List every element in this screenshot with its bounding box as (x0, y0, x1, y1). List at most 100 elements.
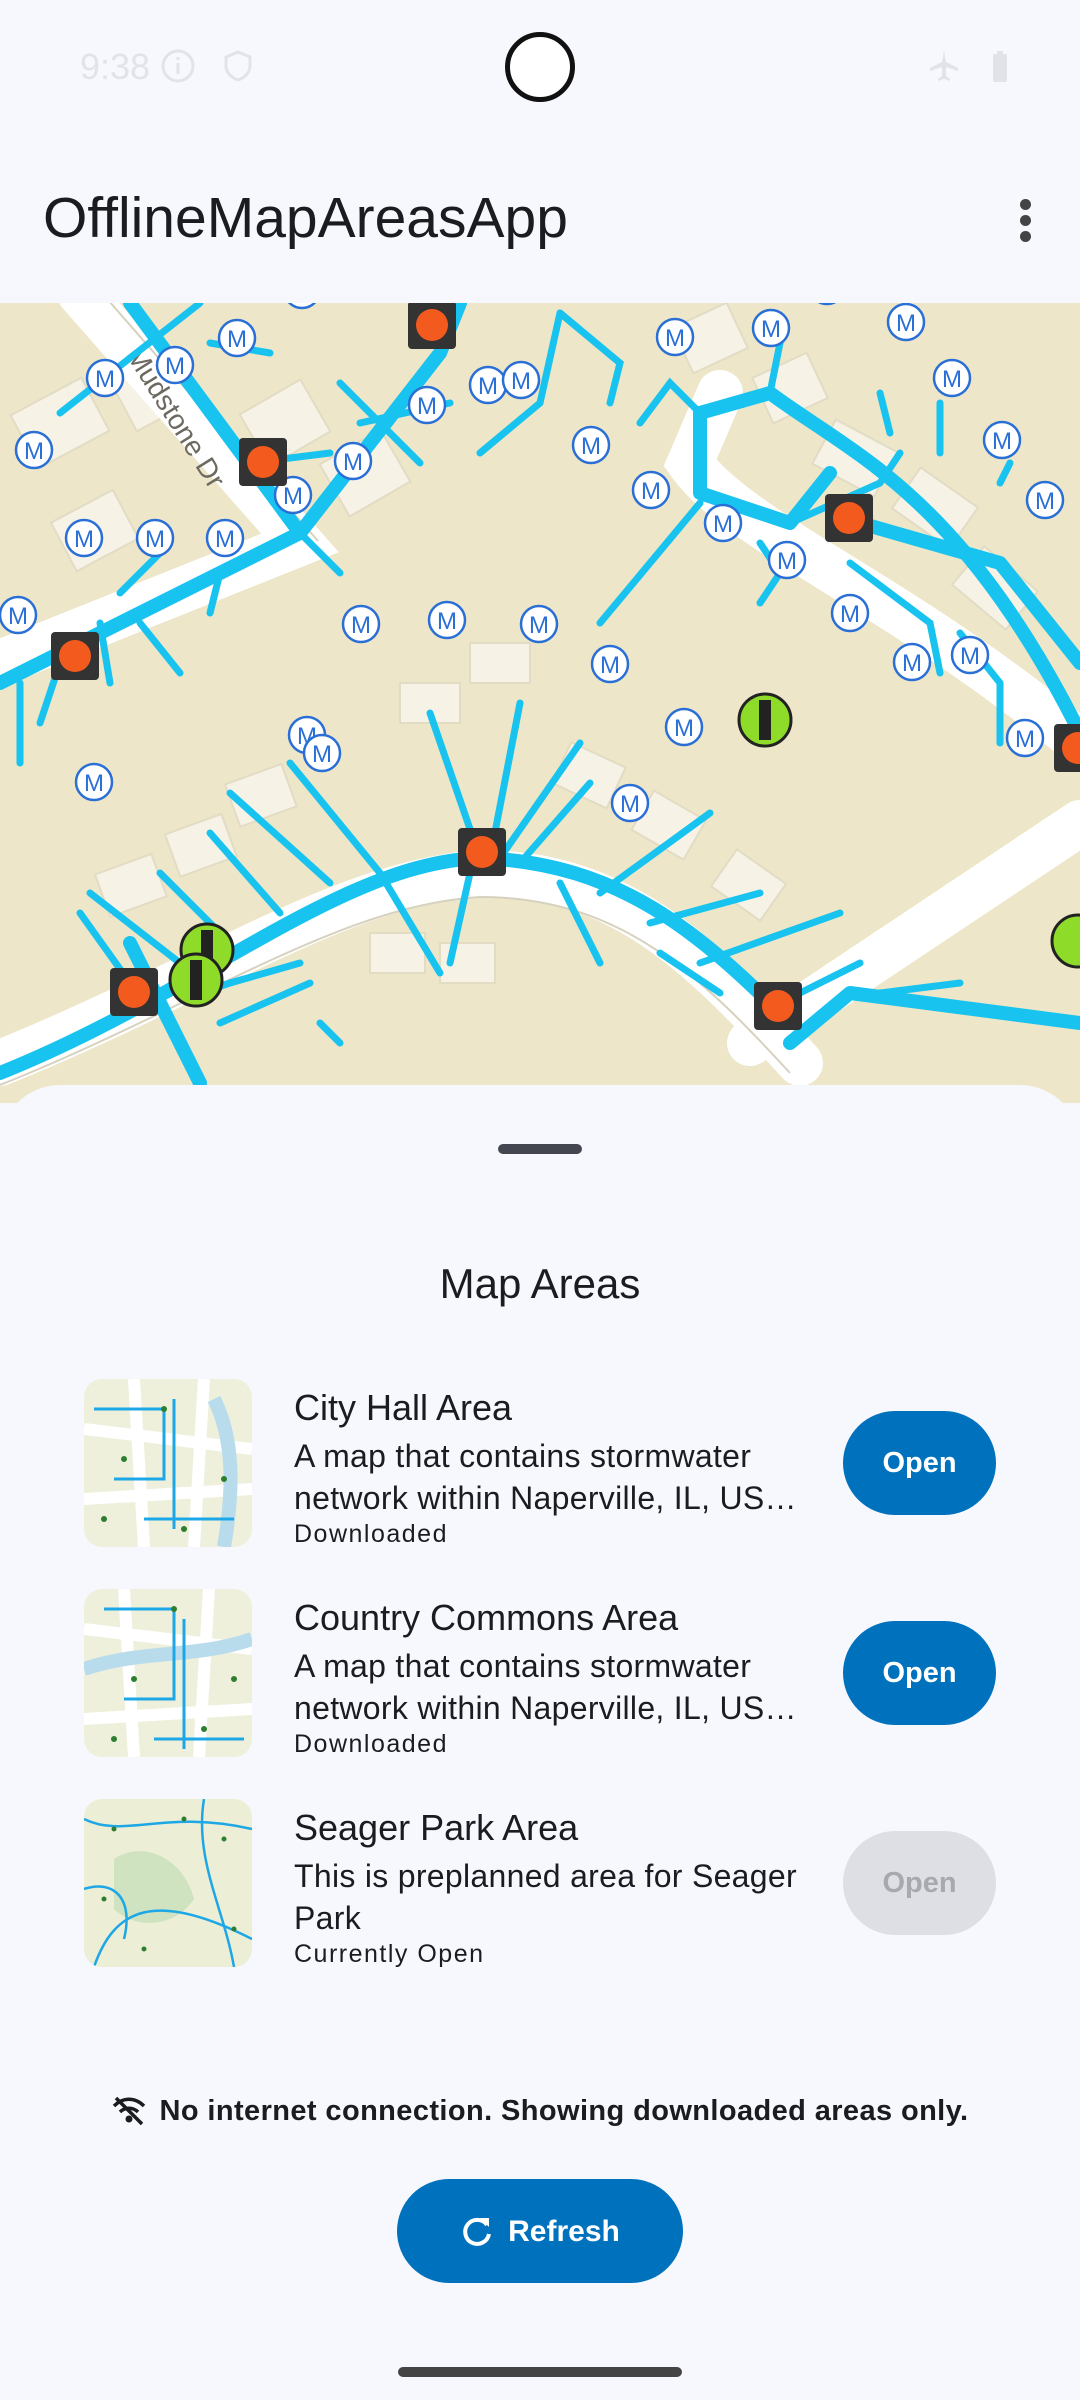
status-bar: 9:38 (0, 0, 1080, 135)
svg-text:M: M (312, 741, 332, 768)
map-area-status: Currently Open (294, 1940, 485, 1968)
manhole-marker: M (817, 303, 837, 306)
camera-cutout (505, 32, 575, 102)
svg-text:M: M (215, 526, 235, 553)
inlet-marker (825, 494, 873, 542)
manhole-marker: M (886, 303, 926, 342)
manhole-marker: M (217, 318, 257, 358)
manhole-marker: M (74, 762, 114, 802)
inlet-marker (408, 303, 456, 349)
map-area-name: City Hall Area (294, 1387, 513, 1428)
svg-text:M: M (283, 483, 303, 510)
refresh-icon (463, 2217, 492, 2246)
map-area-name: Seager Park Area (294, 1807, 579, 1848)
svg-text:M: M (292, 303, 312, 305)
outfall-marker (1050, 913, 1080, 969)
manhole-marker: M (519, 604, 559, 644)
inlet-marker (458, 828, 506, 876)
manhole-marker: M (590, 644, 630, 684)
svg-text:M: M (417, 393, 437, 420)
drag-handle[interactable] (498, 1144, 582, 1154)
map-canvas[interactable]: Mudstone Dr MMMMM M MMMMMMMMMMMM MMMMMMM… (0, 303, 1080, 1103)
map-area-description: A map that contains stormwater network w… (294, 1438, 797, 1516)
svg-text:M: M (777, 548, 797, 575)
refresh-button[interactable]: Refresh (397, 2179, 683, 2283)
manhole-marker: M (0, 595, 38, 635)
map-view[interactable]: Mudstone Dr M M M M M M M M M M M M M M … (0, 303, 1080, 1103)
manhole-marker: M (982, 420, 1022, 460)
map-area-status: Downloaded (294, 1520, 448, 1548)
manhole-marker: M (571, 425, 611, 465)
svg-text:M: M (674, 715, 694, 742)
battery-icon (993, 51, 1007, 82)
svg-text:M: M (713, 511, 733, 538)
svg-text:M: M (942, 366, 962, 393)
manhole-marker: M (1025, 480, 1065, 520)
svg-text:M: M (1015, 726, 1035, 753)
manhole-marker: M (892, 642, 932, 682)
inlet-marker (1054, 724, 1080, 772)
manhole-marker: M (135, 518, 175, 558)
open-button[interactable]: Open (843, 1621, 996, 1725)
map-area-thumbnail (84, 1589, 252, 1757)
svg-text:M: M (600, 652, 620, 679)
manhole-marker: M (341, 604, 381, 644)
more-vert-icon[interactable] (988, 175, 1060, 265)
outfall-marker (737, 692, 793, 748)
svg-text:M: M (511, 368, 531, 395)
svg-text:M: M (665, 325, 685, 352)
svg-text:M: M (960, 643, 980, 670)
map-areas-sheet: Map Areas City Hall Area A map that cont… (0, 1085, 1080, 2400)
app-title: OfflineMapAreasApp (43, 186, 568, 250)
svg-text:M: M (581, 433, 601, 460)
manhole-marker: M (205, 518, 245, 558)
manhole-marker: M (64, 518, 104, 558)
map-area-item-seager-park[interactable]: Seager Park Area This is preplanned area… (84, 1799, 996, 1969)
map-area-status: Downloaded (294, 1730, 448, 1758)
wifi-off-icon (112, 2096, 145, 2126)
svg-text:M: M (145, 526, 165, 553)
inlet-marker (110, 968, 158, 1016)
map-area-thumbnail (84, 1799, 252, 1967)
outfall-marker (168, 952, 224, 1008)
svg-text:M: M (529, 612, 549, 639)
map-area-item-city-hall[interactable]: City Hall Area A map that contains storm… (84, 1379, 996, 1549)
app-bar: OfflineMapAreasApp (0, 135, 1080, 303)
svg-text:M: M (84, 770, 104, 797)
svg-text:M: M (351, 612, 371, 639)
map-area-item-country-commons[interactable]: Country Commons Area A map that contains… (84, 1589, 996, 1759)
inlet-marker (51, 632, 99, 680)
svg-text:M: M (902, 650, 922, 677)
inlet-marker (754, 982, 802, 1030)
open-button[interactable]: Open (843, 1411, 996, 1515)
shield-icon (224, 50, 252, 82)
home-indicator (398, 2367, 682, 2377)
offline-message-text: No internet connection. Showing download… (159, 2095, 969, 2127)
svg-text:M: M (641, 478, 661, 505)
manhole-marker: M (14, 430, 54, 470)
offline-message: No internet connection. Showing download… (0, 2095, 1080, 2128)
svg-text:M: M (840, 601, 860, 628)
open-button: Open (843, 1831, 996, 1935)
svg-text:M: M (992, 428, 1012, 455)
map-area-thumbnail (84, 1379, 252, 1547)
info-icon (161, 49, 195, 83)
svg-text:M: M (478, 373, 498, 400)
svg-text:M: M (343, 449, 363, 476)
manhole-marker: M (501, 360, 541, 400)
manhole-marker: M (655, 317, 695, 357)
manhole-marker: M (155, 345, 195, 385)
svg-text:M: M (620, 791, 640, 818)
map-area-description: This is preplanned area for Seager Park (294, 1858, 797, 1936)
svg-text:M: M (1035, 488, 1055, 515)
svg-text:M: M (8, 603, 28, 630)
map-area-name: Country Commons Area (294, 1597, 679, 1638)
svg-text:M: M (761, 316, 781, 343)
manhole-marker: M (427, 600, 467, 640)
sheet-title: Map Areas (439, 1260, 641, 1307)
manhole-marker: M (302, 733, 342, 773)
manhole-marker: M (664, 707, 704, 747)
map-area-description: A map that contains stormwater network w… (294, 1648, 797, 1726)
manhole-marker: M (932, 358, 972, 398)
manhole-marker: M (631, 470, 671, 510)
